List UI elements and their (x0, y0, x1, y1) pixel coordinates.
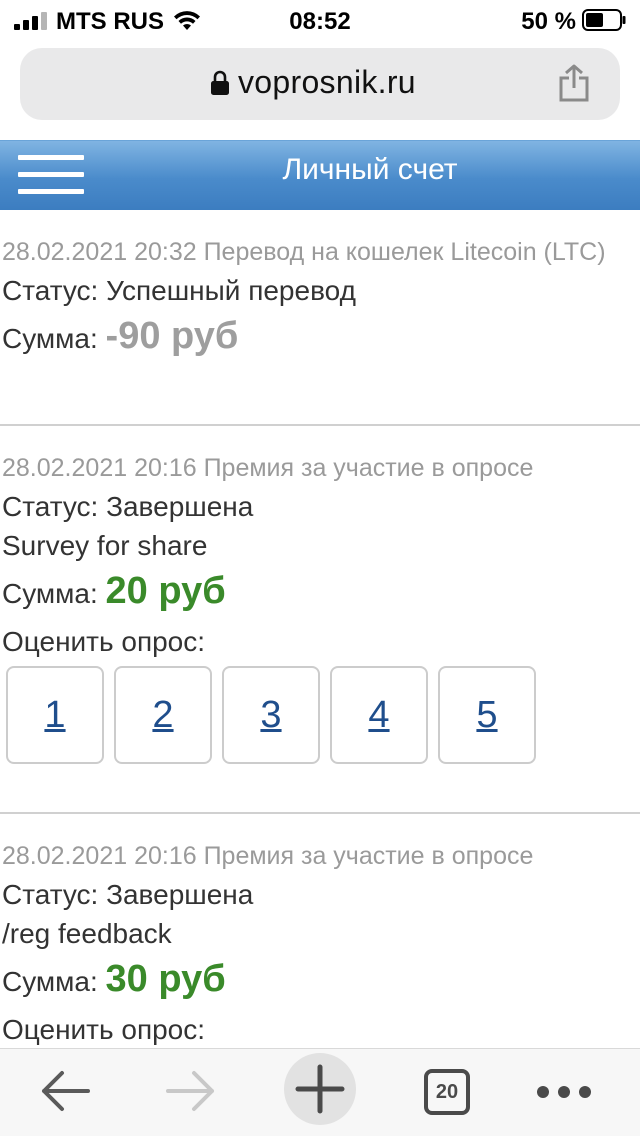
transaction-entry: 28.02.2021 20:32 Перевод на кошелек Lite… (0, 210, 640, 426)
forward-arrow-icon[interactable] (164, 1067, 218, 1115)
entry-note: /reg feedback (2, 918, 172, 949)
entry-note: Survey for share (2, 530, 208, 561)
new-tab-button[interactable] (284, 1053, 356, 1125)
amount-value: -90 руб (105, 315, 239, 357)
lock-icon (211, 70, 229, 95)
rate-button-4[interactable]: 4 (330, 666, 428, 764)
app-header: Личный счет (0, 140, 640, 210)
address-bar[interactable]: voprosnik.ru (20, 48, 620, 120)
sum-label: Сумма: (2, 966, 98, 997)
entry-sum: Сумма: 30 руб (2, 957, 640, 1004)
entry-status: Статус: Успешный перевод (2, 275, 356, 306)
browser-toolbar: 20 (0, 1048, 640, 1136)
battery-percent: 50 % (521, 8, 576, 35)
entry-status: Статус: Завершена (2, 879, 254, 910)
amount-value: 20 руб (105, 570, 226, 612)
rate-label: Оценить опрос: (2, 1014, 206, 1045)
rating-buttons: 1 2 3 4 5 (2, 662, 640, 764)
transaction-entry: 28.02.2021 20:16 Премия за участие в опр… (0, 426, 640, 814)
share-icon[interactable] (558, 64, 590, 102)
entry-datetime: 28.02.2021 20:32 Перевод на кошелек Lite… (2, 238, 606, 266)
more-dots-icon[interactable] (536, 1085, 592, 1099)
rate-button-5[interactable]: 5 (438, 666, 536, 764)
sum-label: Сумма: (2, 323, 98, 354)
battery-icon (582, 9, 626, 31)
entry-status: Статус: Завершена (2, 491, 254, 522)
status-bar: MTS RUS 08:52 50 % (0, 0, 640, 40)
back-arrow-icon[interactable] (38, 1067, 92, 1115)
rate-button-3[interactable]: 3 (222, 666, 320, 764)
url-text[interactable]: voprosnik.ru (238, 64, 416, 101)
amount-value: 30 руб (105, 958, 226, 1000)
rate-label: Оценить опрос: (2, 626, 206, 657)
plus-icon (295, 1064, 345, 1114)
tabs-icon[interactable]: 20 (424, 1069, 470, 1115)
page-title: Личный счет (282, 153, 458, 186)
rate-button-1[interactable]: 1 (6, 666, 104, 764)
entry-datetime: 28.02.2021 20:16 Премия за участие в опр… (2, 454, 534, 482)
entry-datetime: 28.02.2021 20:16 Премия за участие в опр… (2, 842, 534, 870)
sum-label: Сумма: (2, 578, 98, 609)
transaction-list[interactable]: 28.02.2021 20:32 Перевод на кошелек Lite… (0, 210, 640, 1048)
rate-button-2[interactable]: 2 (114, 666, 212, 764)
entry-sum: Сумма: -90 руб (2, 314, 640, 361)
entry-sum: Сумма: 20 руб (2, 569, 640, 616)
transaction-entry: 28.02.2021 20:16 Премия за участие в опр… (0, 814, 640, 1048)
